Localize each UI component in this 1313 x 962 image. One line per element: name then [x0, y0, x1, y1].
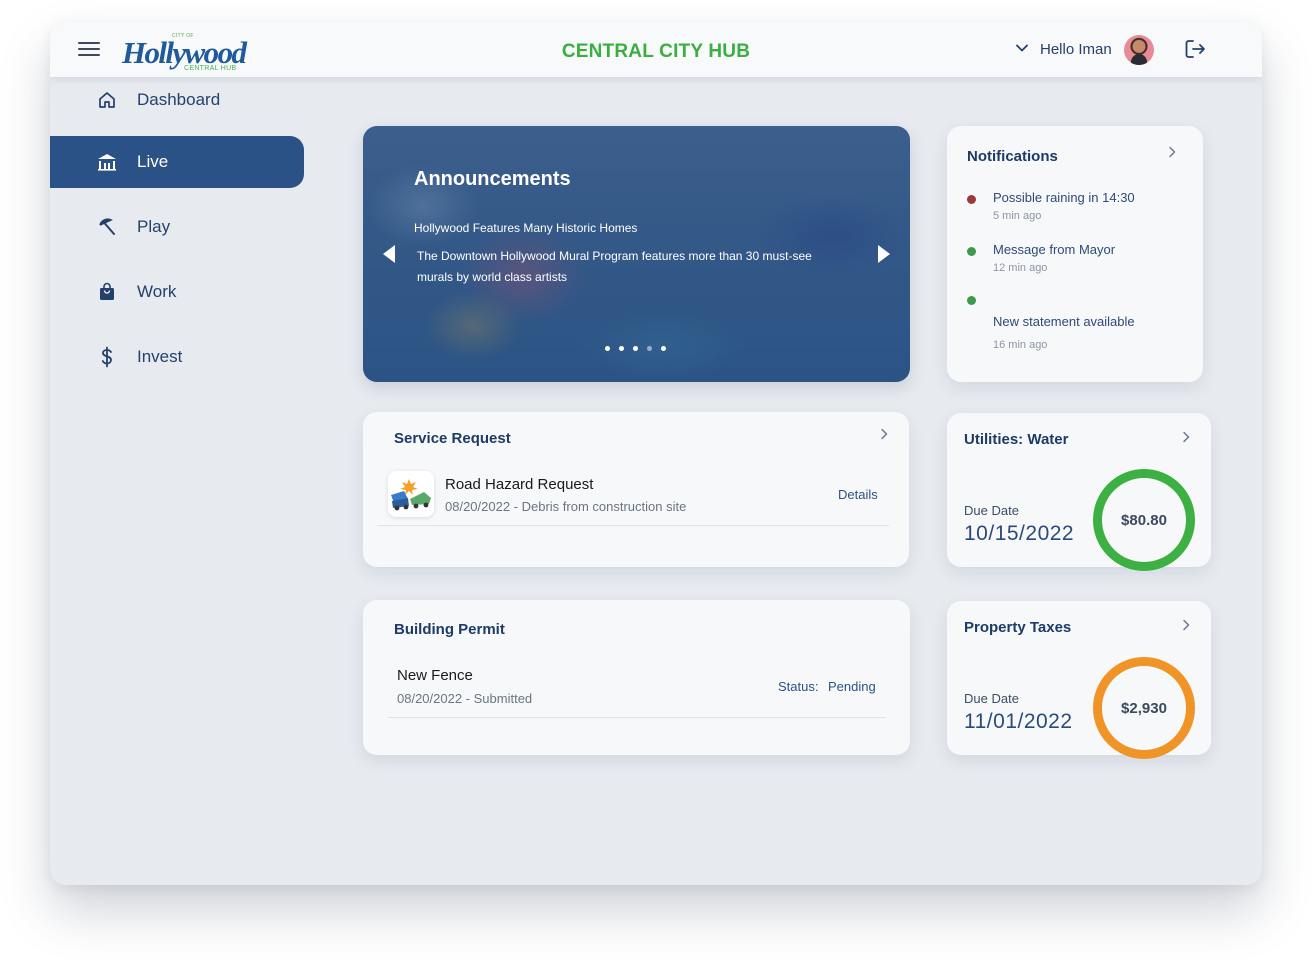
- sidebar: Dashboard Live Play Work Invest: [50, 77, 320, 396]
- announcements-title: Announcements: [414, 168, 571, 190]
- notifications-card: Notifications Possible raining in 14:30 …: [947, 126, 1203, 382]
- chevron-right-icon[interactable]: [1181, 619, 1191, 631]
- chevron-right-icon[interactable]: [1181, 431, 1191, 443]
- sidebar-item-invest[interactable]: Invest: [50, 331, 304, 383]
- notification-item[interactable]: Message from Mayor 12 min ago: [967, 242, 1187, 274]
- notification-time: 16 min ago: [993, 339, 1048, 351]
- service-request-title: Service Request: [394, 430, 511, 447]
- notification-time: 12 min ago: [993, 262, 1048, 274]
- announcements-carousel[interactable]: Announcements Hollywood Features Many Hi…: [363, 126, 910, 382]
- user-greeting[interactable]: Hello Iman: [1040, 41, 1112, 58]
- carousel-dot[interactable]: [647, 346, 652, 351]
- notification-text: Possible raining in 14:30: [993, 190, 1135, 205]
- notification-text: Message from Mayor: [993, 242, 1116, 257]
- app-window: CITY OF Hollywood CENTRAL HUB CENTRAL CI…: [50, 22, 1262, 885]
- divider: [377, 525, 889, 526]
- carousel-dot[interactable]: [619, 346, 624, 351]
- chevron-down-icon[interactable]: [1014, 40, 1030, 56]
- permit-status-value[interactable]: Pending: [828, 679, 876, 694]
- sidebar-item-label: Invest: [137, 347, 183, 366]
- sidebar-item-dashboard[interactable]: Dashboard: [50, 77, 304, 123]
- service-request-item-title[interactable]: Road Hazard Request: [445, 476, 593, 493]
- sidebar-item-label: Live: [137, 152, 169, 171]
- sidebar-item-label: Work: [137, 282, 177, 301]
- city-icon: [96, 151, 118, 173]
- notification-item[interactable]: Possible raining in 14:30 5 min ago: [967, 190, 1187, 222]
- service-request-item-subtitle: 08/20/2022 - Debris from construction si…: [445, 499, 687, 514]
- permit-item-title[interactable]: New Fence: [397, 667, 473, 684]
- due-date-value: 10/15/2022: [964, 522, 1075, 545]
- logout-icon[interactable]: [1184, 38, 1208, 60]
- status-dot: [967, 247, 976, 256]
- logo-subtitle: CENTRAL HUB: [184, 65, 237, 72]
- property-taxes-card: Property Taxes Due Date 11/01/2022 $2,93…: [947, 601, 1211, 759]
- notification-text: New statement available: [993, 314, 1135, 329]
- property-taxes-title: Property Taxes: [964, 619, 1072, 636]
- due-date-value: 11/01/2022: [964, 710, 1073, 733]
- divider: [388, 717, 886, 718]
- notification-time: 5 min ago: [993, 210, 1042, 222]
- notifications-list: Possible raining in 14:30 5 min ago Mess…: [967, 190, 1187, 351]
- status-dot: [967, 195, 976, 204]
- due-date-label: Due Date: [964, 503, 1019, 518]
- building-permit-title: Building Permit: [394, 621, 505, 638]
- amount-ring[interactable]: $80.80: [1093, 469, 1195, 571]
- sidebar-item-label: Dashboard: [137, 90, 221, 109]
- beach-umbrella-icon: [96, 216, 118, 238]
- utilities-water-card: Utilities: Water Due Date 10/15/2022 $80…: [947, 413, 1211, 571]
- due-date-label: Due Date: [964, 691, 1019, 706]
- carousel-dot[interactable]: [605, 346, 610, 351]
- road-hazard-icon: [388, 471, 434, 517]
- chevron-right-icon[interactable]: [1167, 146, 1177, 158]
- sidebar-item-live[interactable]: Live: [50, 136, 304, 188]
- dollar-icon: [96, 346, 118, 368]
- notification-item[interactable]: New statement available 16 min ago: [967, 296, 1187, 351]
- avatar[interactable]: [1124, 35, 1154, 65]
- top-bar: CITY OF Hollywood CENTRAL HUB CENTRAL CI…: [50, 22, 1262, 77]
- details-link[interactable]: Details: [838, 487, 878, 502]
- briefcase-icon: [96, 281, 118, 303]
- carousel-prev-icon[interactable]: [383, 245, 395, 263]
- utilities-title: Utilities: Water: [964, 431, 1069, 448]
- carousel-dot[interactable]: [633, 346, 638, 351]
- home-icon: [96, 89, 118, 111]
- sidebar-item-play[interactable]: Play: [50, 201, 304, 253]
- service-request-card: Service Request Road Hazard Request 08/2…: [363, 412, 909, 567]
- amount-due: $2,930: [1121, 699, 1167, 717]
- announcement-subtitle: Hollywood Features Many Historic Homes: [414, 221, 638, 235]
- carousel-dots: [605, 346, 666, 351]
- permit-item-subtitle: 08/20/2022 - Submitted: [397, 691, 533, 706]
- permit-status-label: Status:: [778, 679, 819, 694]
- announcement-text: The Downtown Hollywood Mural Program fea…: [417, 249, 812, 284]
- carousel-dot[interactable]: [661, 346, 666, 351]
- amount-ring[interactable]: $2,930: [1093, 657, 1195, 759]
- sidebar-item-work[interactable]: Work: [50, 266, 304, 318]
- building-permit-card: Building Permit New Fence 08/20/2022 - S…: [363, 600, 910, 755]
- chevron-right-icon[interactable]: [879, 428, 889, 440]
- carousel-next-icon[interactable]: [878, 245, 890, 263]
- sidebar-item-label: Play: [137, 217, 171, 236]
- status-dot: [967, 296, 976, 305]
- notifications-title: Notifications: [967, 148, 1058, 165]
- amount-due: $80.80: [1121, 511, 1167, 529]
